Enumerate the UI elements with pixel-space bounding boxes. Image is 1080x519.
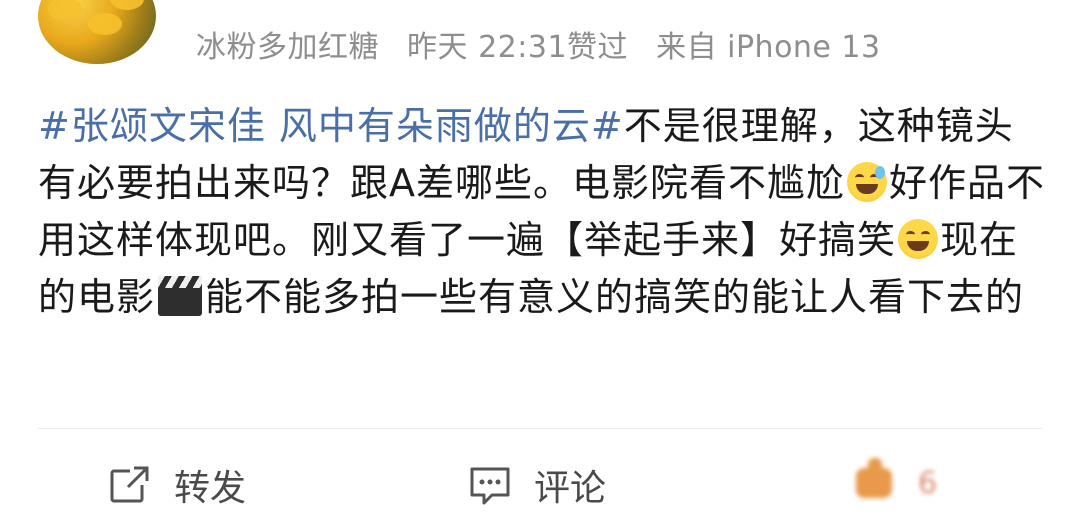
comment-label: 评论 (534, 468, 607, 509)
avatar-flower-shape (88, 13, 122, 35)
sweat-smile-emoji-icon (847, 162, 887, 202)
laughing-emoji-icon (898, 219, 939, 259)
topic-link[interactable]: #张颂文宋佳 风中有朵雨做的云# (38, 104, 624, 148)
repost-button[interactable]: 转发 (108, 460, 246, 510)
comment-button[interactable]: 评论 (468, 460, 606, 510)
liker-name[interactable]: 冰粉多加红糖 (196, 30, 379, 65)
like-button[interactable] (852, 458, 900, 502)
post-content: #张颂文宋佳 风中有朵雨做的云#不是很理解，这种镜头有必要拍出来吗？跟A差哪些。… (38, 98, 1048, 326)
divider (38, 428, 1042, 429)
content-text: 能不能多拍一些有意义的搞笑的能让人看下去的 (205, 275, 1025, 319)
avatar-flower-shape (48, 0, 82, 20)
post-meta: 冰粉多加红糖 昨天 22:31赞过 来自 iPhone 13 (196, 22, 881, 66)
liked-label: 赞过 (567, 30, 629, 65)
repost-label: 转发 (174, 468, 247, 509)
avatar-flower-shape (110, 0, 144, 10)
post-time: 昨天 22:31 (407, 30, 568, 65)
like-count: 6 (918, 466, 938, 501)
post-source: 来自 iPhone 13 (656, 30, 881, 65)
avatar[interactable] (38, 0, 156, 64)
comment-icon (470, 467, 510, 505)
repost-icon (110, 465, 150, 503)
clapper-board-emoji-icon (158, 276, 203, 316)
